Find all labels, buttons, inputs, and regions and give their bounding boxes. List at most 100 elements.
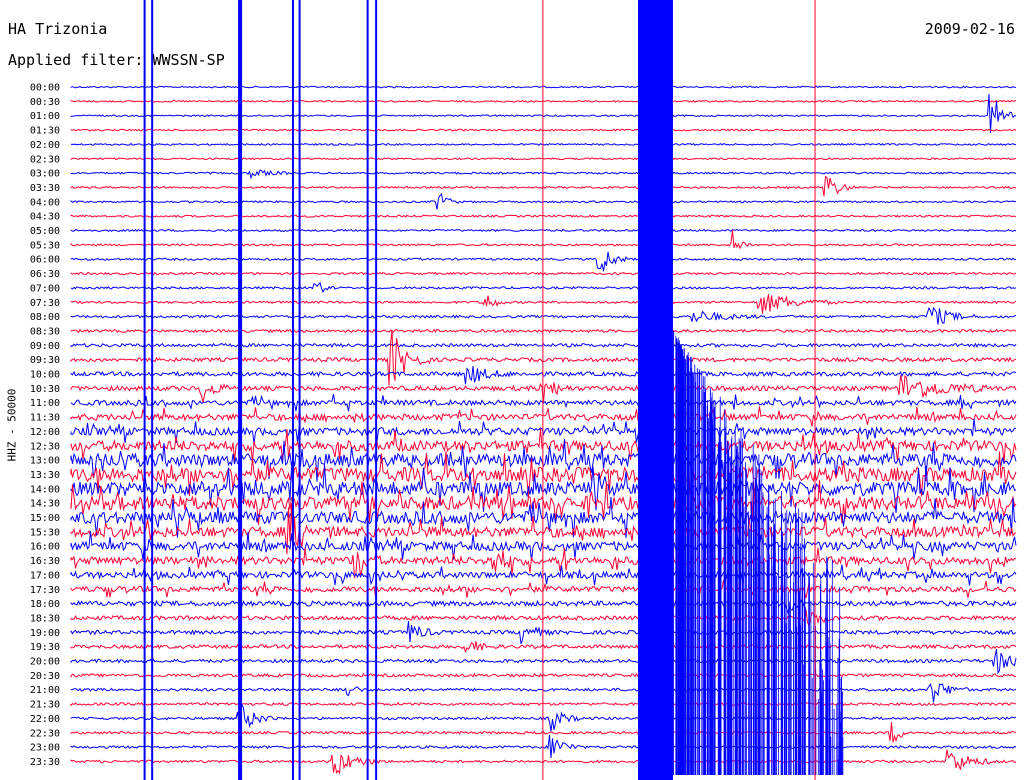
time-tick-label: 02:00 [30,140,60,151]
time-tick-label: 05:00 [30,226,60,237]
time-tick-label: 09:00 [30,341,60,352]
time-tick-label: 22:00 [30,714,60,725]
glitch-spike [151,0,154,780]
time-tick-label: 11:00 [30,398,60,409]
time-tick-label: 03:00 [30,169,60,180]
seismic-traces [70,0,1017,780]
time-tick-label: 08:00 [30,312,60,323]
time-tick-label: 04:30 [30,212,60,223]
time-tick-label: 07:30 [30,298,60,309]
trace-line [70,418,1016,444]
trace-line [70,294,1017,315]
trace-line [70,85,1016,89]
time-tick-label: 09:30 [30,355,60,366]
trace-line [70,722,1017,743]
time-tick-label: 17:30 [30,585,60,596]
trace-line [70,281,1017,294]
trace-line [70,99,1017,103]
trace-line [70,271,1017,276]
time-tick-label: 15:00 [30,513,60,524]
time-tick-label: 17:00 [30,570,60,581]
time-tick-label: 19:00 [30,628,60,639]
trace-line [70,306,1017,325]
time-tick-label: 16:30 [30,556,60,567]
trace-line [70,342,1017,349]
time-tick-label: 21:30 [30,700,60,711]
trace-line [70,365,1017,385]
time-tick-label: 03:30 [30,183,60,194]
time-tick-label: 22:30 [30,728,60,739]
time-tick-label: 04:00 [30,197,60,208]
glitch-spike [291,0,294,780]
glitch-spike [542,0,544,780]
trace-line [70,192,1017,210]
time-tick-label: 00:00 [30,83,60,94]
glitch-spike [298,0,301,780]
time-tick-label: 08:30 [30,326,60,337]
trace-line [70,598,1017,615]
time-tick-label: 13:30 [30,470,60,481]
time-tick-label: 10:00 [30,370,60,381]
trace-line [70,329,1017,386]
trace-line [70,142,1016,146]
time-tick-label: 16:00 [30,542,60,553]
trace-line [70,683,1017,703]
glitch-spike [375,0,378,780]
time-tick-label: 21:00 [30,685,60,696]
trace-line [70,175,1017,197]
time-tick-label: 07:00 [30,283,60,294]
helicorder-plot: 00:00 00:30 01:00 01:30 02:00 02:30 03:00 03:30… [30,0,1017,780]
trace-line [70,228,1017,233]
trace-line [70,93,1017,133]
trace-line [70,609,1017,628]
trace-line [70,749,1017,775]
trace-line [70,230,1017,250]
trace-line [70,734,1017,759]
time-tick-label: 06:00 [30,255,60,266]
time-tick-label: 14:00 [30,484,60,495]
trace-line [70,641,1017,654]
time-tick-label: 20:30 [30,671,60,682]
time-tick-label: 01:30 [30,126,60,137]
trace-line [70,701,1016,707]
time-tick-label: 19:30 [30,642,60,653]
time-tick-label: 18:00 [30,599,60,610]
trace-line [70,580,1017,599]
trace-line [70,531,1017,561]
glitch-spike [366,0,369,780]
time-tick-label: 05:30 [30,240,60,251]
time-tick-label: 00:30 [30,97,60,108]
time-tick-label: 12:00 [30,427,60,438]
glitch-spike [143,0,146,780]
time-tick-label: 06:30 [30,269,60,280]
time-tick-label: 12:30 [30,441,60,452]
time-tick-label: 14:30 [30,499,60,510]
glitch-spike [238,0,243,780]
trace-line [70,128,1017,132]
trace-line [70,374,1017,403]
trace-line [70,328,1017,334]
time-tick-label: 02:30 [30,154,60,165]
trace-line [70,214,1017,218]
trace-line [70,157,1017,161]
trace-line [70,621,1017,644]
glitch-spike [814,0,816,780]
time-tick-label: 23:30 [30,757,60,768]
time-tick-label: 20:00 [30,657,60,668]
trace-line [70,169,1017,180]
glitch-spike [663,0,665,780]
time-tick-label: 11:30 [30,413,60,424]
trace-line [70,564,1017,586]
time-tick-label: 01:00 [30,111,60,122]
time-axis-labels: 00:00 00:30 01:00 01:30 02:00 02:30 03:00 03:30… [30,83,60,768]
time-tick-label: 10:30 [30,384,60,395]
trace-line [70,648,1017,675]
time-tick-label: 15:30 [30,527,60,538]
trace-line [70,704,1017,732]
time-tick-label: 13:00 [30,456,60,467]
saturated-event-block [638,0,673,780]
trace-line [70,251,1017,272]
trace-line [70,406,1017,427]
time-tick-label: 18:30 [30,613,60,624]
trace-line [70,672,1017,679]
